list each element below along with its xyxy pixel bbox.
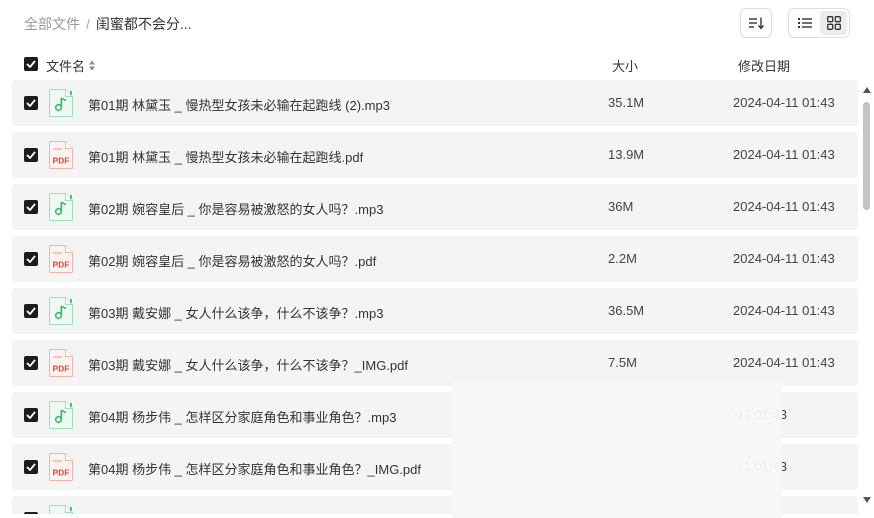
file-row[interactable]: PDF 第01期 林黛玉 _ 慢热型女孩未必输在起跑线.pdf 13.9M 2024-… [12,132,858,178]
file-size: 13.9M [608,147,645,162]
file-name[interactable]: 第02期 婉容皇后 _ 你是容易被激怒的女人吗？.pdf [88,251,376,270]
row-checkbox[interactable] [24,252,38,266]
row-checkbox[interactable] [24,200,38,214]
grid-view-icon [826,16,841,30]
row-checkbox[interactable] [24,460,38,474]
row-checkbox[interactable] [24,148,38,162]
file-name[interactable]: 第03期 戴安娜 _ 女人什么该争，什么不该争？_IMG.pdf [88,355,408,374]
loading-overlay [452,382,782,518]
row-checkbox[interactable] [24,304,38,318]
file-row[interactable]: PDF 第03期 戴安娜 _ 女人什么该争，什么不该争？_IMG.pdf 7.5M 2… [12,340,858,386]
table-header: 文件名 大小 修改日期 [0,52,874,76]
file-modified-date: 2024-04-11 01:43 [733,251,835,266]
file-modified-date: 2024-04-11 01:43 [733,199,835,214]
file-name[interactable]: 第04期 杨步伟 _ 怎样区分家庭角色和事业角色？.mp3 [88,407,396,426]
file-name[interactable]: 第02期 婉容皇后 _ 你是容易被激怒的女人吗？.mp3 [88,199,383,218]
file-name[interactable]: 第01期 林黛玉 _ 慢热型女孩未必输在起跑线.pdf [88,147,363,166]
file-modified-date: 2024-04-11 01:43 [733,147,835,162]
list-view-button[interactable] [791,11,818,35]
sort-arrows-icon [89,60,96,71]
breadcrumb-current: 闺蜜都不会分... [95,16,192,32]
row-checkbox[interactable] [24,408,38,422]
music-file-icon [49,89,73,117]
grid-view-button[interactable] [820,11,847,35]
checkmark-icon [26,411,36,419]
music-file-icon [49,193,73,221]
file-size: 35.1M [608,95,645,110]
sort-icon [749,17,764,30]
scroll-up-arrow-icon[interactable] [862,86,872,94]
music-file-icon [49,401,73,429]
pdf-file-icon: PDF [49,141,73,169]
svg-text:PDF: PDF [53,364,70,374]
name-column-header[interactable]: 文件名 [46,56,96,75]
pdf-file-icon: PDF [49,245,73,273]
date-column-header[interactable]: 修改日期 [738,56,790,75]
file-name[interactable]: 第03期 戴安娜 _ 女人什么该争，什么不该争？.mp3 [88,303,383,322]
checkmark-icon [26,151,36,159]
file-name[interactable]: 第04期 杨步伟 _ 怎样区分家庭角色和事业角色？_IMG.pdf [88,459,421,478]
checkmark-icon [26,203,36,211]
file-size: 36M [608,199,634,214]
file-modified-date: 2024-04-11 01:43 [733,95,835,110]
scroll-down-arrow-icon[interactable] [862,496,872,504]
breadcrumb: 全部文件 / 闺蜜都不会分... [24,14,192,34]
name-header-label: 文件名 [46,59,86,74]
file-modified-date: 2024-04-11 01:43 [733,303,835,318]
breadcrumb-root-link[interactable]: 全部文件 [24,14,80,34]
checkmark-icon [26,359,36,367]
scrollbar[interactable] [860,84,874,514]
file-size: 2.2M [608,251,637,266]
size-column-header[interactable]: 大小 [612,56,638,75]
music-file-icon [49,297,73,325]
file-row[interactable]: 第01期 林黛玉 _ 慢热型女孩未必输在起跑线 (2).mp3 35.1M 2024… [12,80,858,126]
select-all-checkbox[interactable] [24,57,38,71]
list-view-icon [797,18,812,28]
file-row[interactable]: 第03期 戴安娜 _ 女人什么该争，什么不该争？.mp3 36.5M 2024-04… [12,288,858,334]
checkmark-icon [26,99,36,107]
file-size: 7.5M [608,355,637,370]
pdf-file-icon: PDF [49,349,73,377]
file-modified-date: 2024-04-11 01:43 [733,355,835,370]
file-name[interactable]: 第01期 林黛玉 _ 慢热型女孩未必输在起跑线 (2).mp3 [88,95,390,114]
checkmark-icon [26,60,36,68]
checkmark-icon [26,255,36,263]
checkmark-icon [26,307,36,315]
breadcrumb-separator: / [86,16,90,32]
svg-text:PDF: PDF [53,156,70,166]
row-checkbox[interactable] [24,356,38,370]
view-toggle [788,8,850,38]
file-row[interactable]: 第02期 婉容皇后 _ 你是容易被激怒的女人吗？.mp3 36M 2024-04-1… [12,184,858,230]
scrollbar-thumb[interactable] [863,102,870,210]
file-size: 36.5M [608,303,645,318]
svg-text:PDF: PDF [53,260,70,270]
pdf-file-icon: PDF [49,453,73,481]
checkmark-icon [26,463,36,471]
file-row[interactable]: PDF 第02期 婉容皇后 _ 你是容易被激怒的女人吗？.pdf 2.2M 2024-… [12,236,858,282]
row-checkbox[interactable] [24,96,38,110]
sort-button[interactable] [740,8,772,38]
music-file-icon [49,505,73,514]
svg-text:PDF: PDF [53,468,70,478]
